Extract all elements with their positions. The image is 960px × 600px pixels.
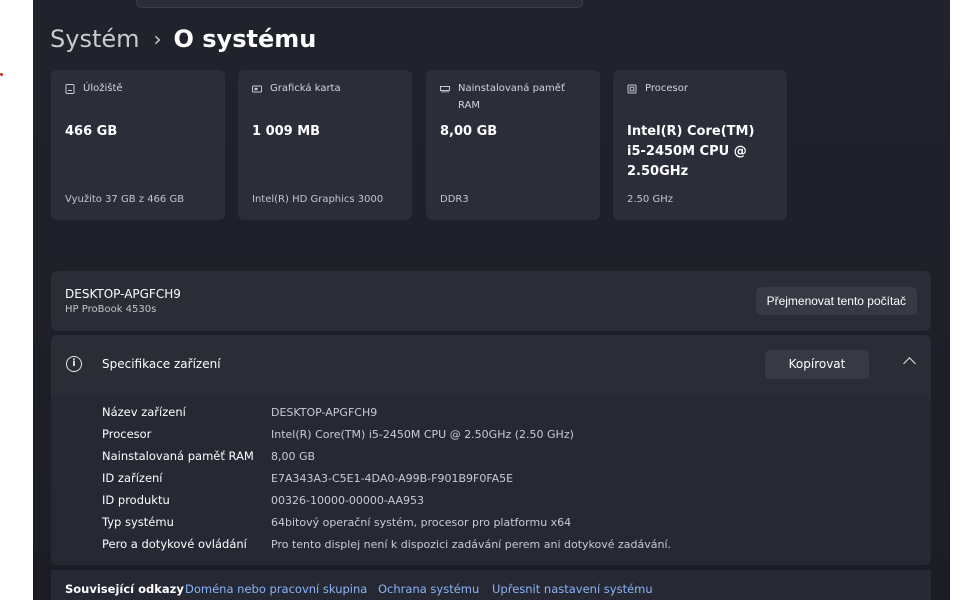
spec-value: E7A343A3-C5E1-4DA0-A99B-F901B9F0FA5E [271, 471, 514, 485]
desktop-right-strip [950, 0, 960, 600]
spec-row: Procesor Intel(R) Core(TM) i5-2450M CPU … [102, 423, 671, 445]
link-domain-workgroup[interactable]: Doména nebo pracovní skupina [185, 582, 367, 596]
page-title: O systému [173, 25, 317, 53]
storage-icon [65, 84, 75, 94]
card-subtext: 2.50 GHz [627, 194, 673, 205]
card-header: Nainstalovaná paměť RAM [440, 82, 590, 114]
card-subtext: Využito 37 GB z 466 GB [65, 194, 185, 205]
device-row: DESKTOP-APGFCH9 HP ProBook 4530s Přejmen… [51, 271, 931, 331]
card-label: Procesor [645, 83, 688, 94]
card-label: Nainstalovaná paměť RAM [458, 83, 565, 111]
breadcrumb-parent[interactable]: Systém [50, 25, 140, 53]
card-value: 8,00 GB [440, 124, 498, 139]
spec-key: ID zařízení [102, 471, 163, 485]
card-graphics[interactable]: Grafická karta 1 009 MB Intel(R) HD Grap… [238, 70, 412, 220]
link-system-protection[interactable]: Ochrana systému [378, 582, 479, 596]
card-label: Grafická karta [270, 83, 341, 94]
spec-value: Pro tento displej není k dispozici zadáv… [271, 537, 672, 551]
breadcrumb: Systém › O systému [50, 22, 316, 56]
spec-value: 8,00 GB [271, 449, 316, 463]
spec-row: Pero a dotykové ovládání Pro tento displ… [102, 533, 671, 555]
device-spec-header[interactable]: i Specifikace zařízení Kopírovat [51, 335, 931, 395]
card-header: Úložiště [65, 82, 215, 97]
spec-value: 00326-10000-00000-AA953 [271, 493, 424, 507]
settings-window: Systém › O systému Úložiště 466 GB Využi… [33, 0, 950, 600]
spec-row: ID zařízení E7A343A3-C5E1-4DA0-A99B-F901… [102, 467, 671, 489]
spec-value: 64bitový operační systém, procesor pro p… [271, 515, 572, 529]
copy-button[interactable]: Kopírovat [765, 350, 869, 379]
spec-key: Název zařízení [102, 405, 186, 419]
graphics-card-icon [252, 85, 262, 93]
chevron-up-icon[interactable] [903, 357, 916, 370]
spec-row: Typ systému 64bitový operační systém, pr… [102, 511, 671, 533]
breadcrumb-separator-icon: › [153, 27, 162, 51]
device-spec-panel: i Specifikace zařízení Kopírovat Název z… [51, 335, 931, 565]
spec-key: Typ systému [102, 515, 174, 529]
device-spec-title: Specifikace zařízení [102, 357, 221, 371]
device-name: DESKTOP-APGFCH9 [65, 287, 181, 301]
spec-row: ID produktu 00326-10000-00000-AA953 [102, 489, 671, 511]
card-value: Intel(R) Core(TM) i5-2450M CPU @ 2.50GHz [627, 124, 755, 179]
spec-value: DESKTOP-APGFCH9 [271, 405, 378, 419]
card-storage[interactable]: Úložiště 466 GB Využito 37 GB z 466 GB [51, 70, 225, 220]
search-box[interactable] [136, 0, 583, 8]
spec-key: Pero a dotykové ovládání [102, 537, 247, 551]
card-value: 1 009 MB [252, 124, 321, 139]
related-links-title: Související odkazy [65, 582, 184, 596]
card-processor[interactable]: Procesor Intel(R) Core(TM) i5-2450M CPU … [613, 70, 787, 220]
spec-row: Nainstalovaná paměť RAM 8,00 GB [102, 445, 671, 467]
rename-pc-button[interactable]: Přejmenovat tento počítač [755, 287, 917, 315]
device-model: HP ProBook 4530s [65, 304, 157, 315]
desktop-left-strip [0, 0, 33, 600]
spec-row: Název zařízení DESKTOP-APGFCH9 [102, 401, 671, 423]
spec-key: Procesor [102, 427, 152, 441]
card-label: Úložiště [83, 83, 123, 94]
info-icon: i [66, 356, 82, 372]
processor-icon [627, 84, 637, 94]
card-memory[interactable]: Nainstalovaná paměť RAM 8,00 GB DDR3 [426, 70, 600, 220]
spec-key: Nainstalovaná paměť RAM [102, 449, 254, 463]
red-dot [0, 73, 3, 76]
spec-key: ID produktu [102, 493, 170, 507]
related-links: Související odkazy Doména nebo pracovní … [51, 570, 931, 600]
card-subtext: Intel(R) HD Graphics 3000 [252, 194, 384, 205]
card-subtext: DDR3 [440, 194, 469, 205]
spec-value: Intel(R) Core(TM) i5-2450M CPU @ 2.50GHz… [271, 427, 574, 441]
link-advanced-system-settings[interactable]: Upřesnit nastavení systému [492, 582, 653, 596]
memory-icon [440, 86, 450, 93]
card-header: Grafická karta [252, 82, 402, 97]
card-header: Procesor [627, 82, 777, 97]
card-value: 466 GB [65, 124, 118, 139]
spec-rows: Název zařízení DESKTOP-APGFCH9 Procesor … [102, 401, 671, 555]
